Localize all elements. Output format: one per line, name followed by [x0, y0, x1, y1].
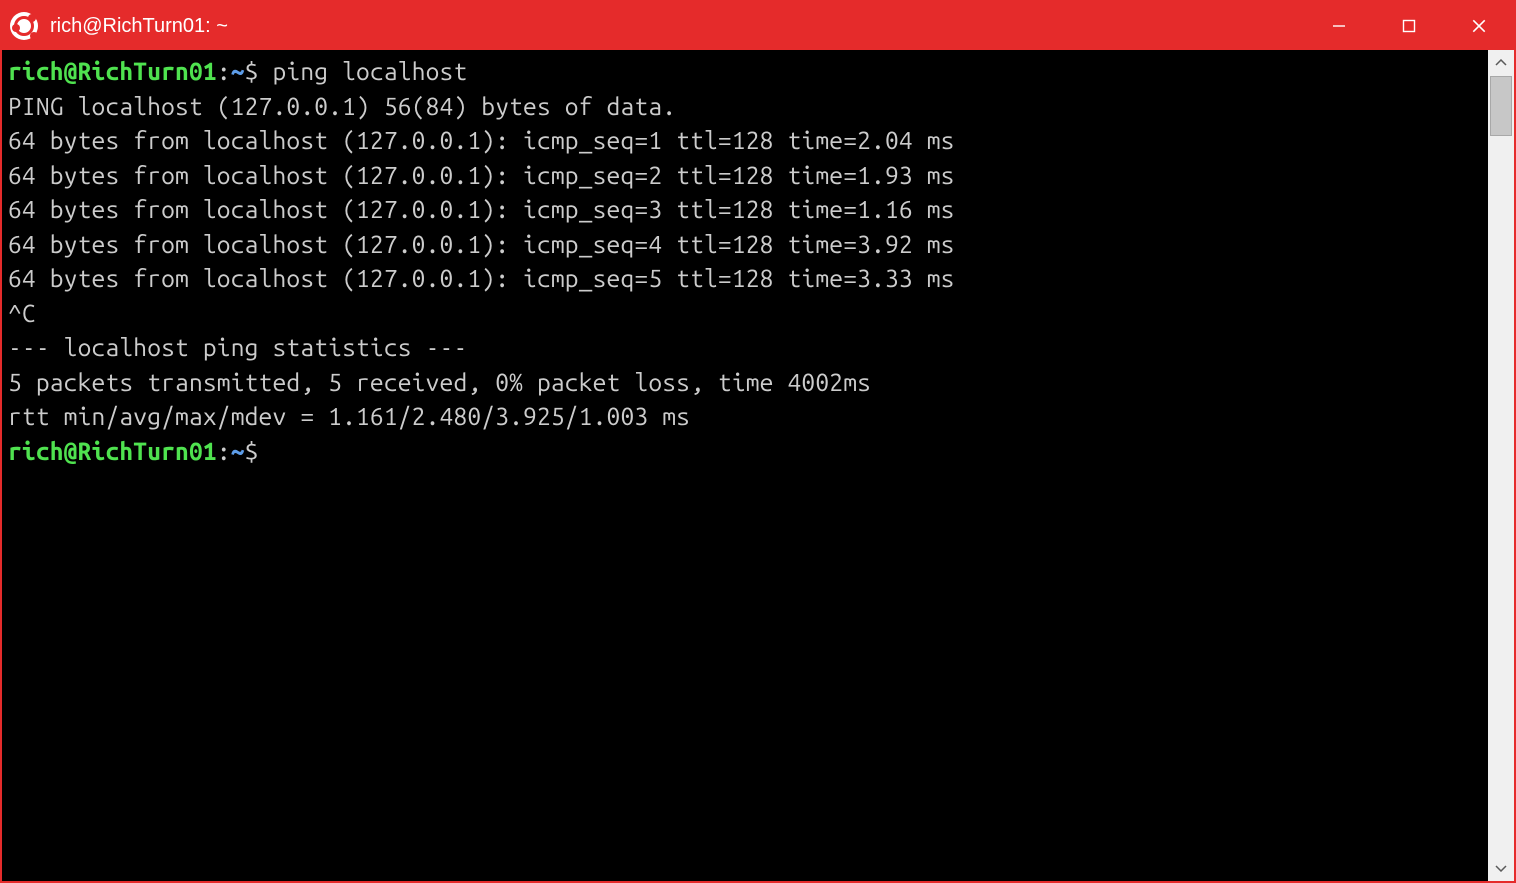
prompt-path: ~ [231, 57, 245, 85]
close-icon [1471, 18, 1487, 34]
close-button[interactable] [1444, 2, 1514, 50]
output-line: 64 bytes from localhost (127.0.0.1): icm… [8, 264, 955, 292]
titlebar-left: rich@RichTurn01: ~ [10, 12, 1304, 40]
prompt-user: rich@RichTurn01 [8, 437, 217, 465]
output-line: rtt min/avg/max/mdev = 1.161/2.480/3.925… [8, 402, 690, 430]
prompt-symbol: $ [245, 437, 259, 465]
maximize-icon [1402, 19, 1416, 33]
ubuntu-icon [10, 12, 38, 40]
vertical-scrollbar[interactable] [1488, 50, 1514, 881]
prompt-path: ~ [231, 437, 245, 465]
output-line: 64 bytes from localhost (127.0.0.1): icm… [8, 195, 955, 223]
output-line: --- localhost ping statistics --- [8, 333, 467, 361]
scroll-up-button[interactable] [1488, 50, 1514, 76]
output-line: ^C [8, 299, 36, 327]
titlebar-controls [1304, 2, 1514, 50]
terminal-window: rich@RichTurn01: ~ rich@RichTurn01:~$ pi… [0, 0, 1516, 883]
command-text: ping localhost [273, 57, 468, 85]
prompt-symbol: $ [245, 57, 259, 85]
minimize-button[interactable] [1304, 2, 1374, 50]
output-line: PING localhost (127.0.0.1) 56(84) bytes … [8, 92, 676, 120]
output-line: 5 packets transmitted, 5 received, 0% pa… [8, 368, 871, 396]
output-line: 64 bytes from localhost (127.0.0.1): icm… [8, 230, 955, 258]
prompt-user: rich@RichTurn01 [8, 57, 217, 85]
window-title: rich@RichTurn01: ~ [50, 15, 228, 38]
scroll-thumb[interactable] [1490, 76, 1512, 136]
output-line: 64 bytes from localhost (127.0.0.1): icm… [8, 126, 955, 154]
scroll-track[interactable] [1488, 76, 1514, 855]
chevron-down-icon [1495, 864, 1507, 872]
maximize-button[interactable] [1374, 2, 1444, 50]
client-area: rich@RichTurn01:~$ ping localhost PING l… [2, 50, 1514, 881]
output-line: 64 bytes from localhost (127.0.0.1): icm… [8, 161, 955, 189]
prompt-separator: : [217, 437, 231, 465]
command-text [259, 57, 273, 85]
minimize-icon [1332, 19, 1346, 33]
titlebar[interactable]: rich@RichTurn01: ~ [2, 2, 1514, 50]
terminal-output[interactable]: rich@RichTurn01:~$ ping localhost PING l… [2, 50, 1488, 881]
chevron-up-icon [1495, 59, 1507, 67]
prompt-separator: : [217, 57, 231, 85]
scroll-down-button[interactable] [1488, 855, 1514, 881]
